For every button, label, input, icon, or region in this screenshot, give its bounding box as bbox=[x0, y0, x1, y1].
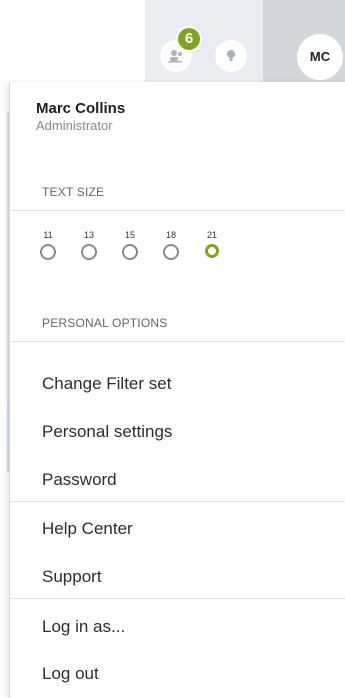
text-size-label: 18 bbox=[165, 230, 176, 240]
divider bbox=[10, 210, 345, 211]
notification-badge[interactable]: 6 bbox=[176, 26, 202, 52]
text-size-option-21[interactable]: 21 bbox=[202, 230, 222, 258]
text-size-option-15[interactable]: 15 bbox=[120, 230, 140, 260]
divider bbox=[10, 341, 345, 342]
personal-options-heading: PERSONAL OPTIONS bbox=[42, 316, 168, 330]
user-info: Marc Collins Administrator bbox=[36, 100, 125, 133]
divider bbox=[10, 598, 345, 599]
change-filter-set-item[interactable]: Change Filter set bbox=[42, 374, 171, 394]
text-size-option-18[interactable]: 18 bbox=[161, 230, 181, 260]
lightbulb-icon bbox=[227, 50, 235, 61]
text-size-label: 15 bbox=[124, 230, 135, 240]
text-size-label: 21 bbox=[206, 230, 217, 240]
background-page-edge bbox=[0, 82, 9, 698]
password-item[interactable]: Password bbox=[42, 470, 117, 490]
radio-button[interactable] bbox=[163, 244, 179, 260]
radio-button[interactable] bbox=[122, 244, 138, 260]
support-item[interactable]: Support bbox=[42, 567, 102, 587]
log-out-item[interactable]: Log out bbox=[42, 664, 99, 684]
user-menu-panel: Marc Collins Administrator TEXT SIZE 11 … bbox=[9, 82, 345, 698]
text-size-heading: TEXT SIZE bbox=[42, 185, 105, 199]
text-size-option-13[interactable]: 13 bbox=[79, 230, 99, 260]
log-in-as-item[interactable]: Log in as... bbox=[42, 617, 125, 637]
help-center-item[interactable]: Help Center bbox=[42, 519, 133, 539]
top-bar: 6 MC bbox=[0, 0, 345, 82]
user-role: Administrator bbox=[36, 118, 113, 133]
personal-settings-item[interactable]: Personal settings bbox=[42, 422, 172, 442]
text-size-label: 11 bbox=[43, 230, 53, 240]
text-size-selector: 11 13 15 18 21 bbox=[38, 230, 238, 275]
user-name: Marc Collins bbox=[36, 100, 126, 117]
radio-button[interactable] bbox=[40, 244, 56, 260]
radio-button-selected[interactable] bbox=[205, 244, 219, 258]
radio-button[interactable] bbox=[81, 244, 97, 260]
text-size-label: 13 bbox=[83, 230, 94, 240]
user-avatar[interactable]: MC bbox=[297, 34, 343, 80]
divider bbox=[10, 501, 345, 502]
lightbulb-icon-button[interactable] bbox=[215, 40, 247, 72]
text-size-option-11[interactable]: 11 bbox=[38, 230, 58, 260]
